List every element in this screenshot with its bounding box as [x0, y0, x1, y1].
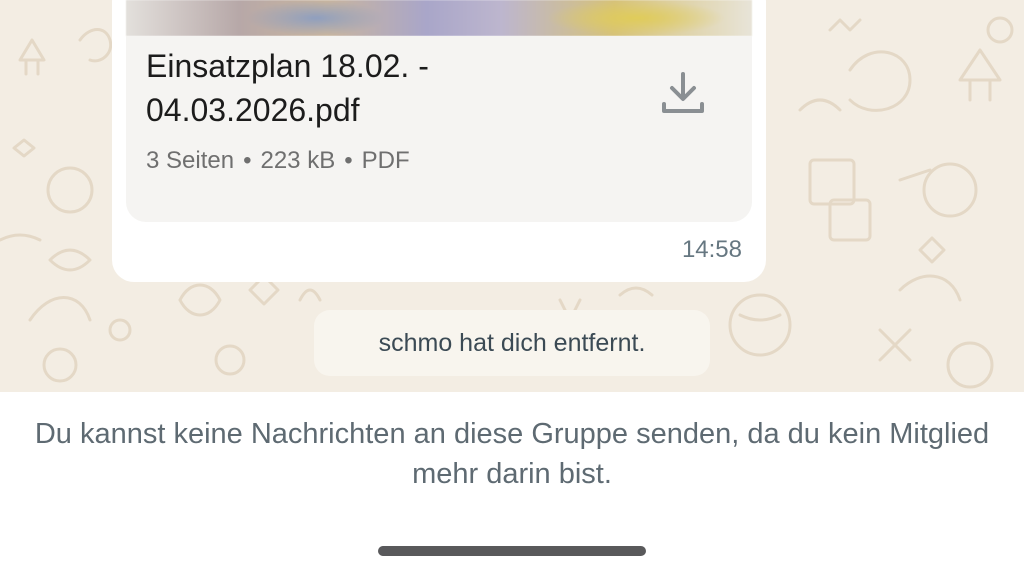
meta-separator: • — [243, 147, 252, 174]
chat-area: Einsatzplan 18.02. - 04.03.2026.pdf 3 Se… — [0, 0, 1024, 392]
cannot-send-notice: Du kannst keine Nachrichten an diese Gru… — [34, 418, 990, 490]
document-attachment[interactable]: Einsatzplan 18.02. - 04.03.2026.pdf 3 Se… — [126, 36, 752, 222]
message-bubble[interactable]: Einsatzplan 18.02. - 04.03.2026.pdf 3 Se… — [112, 0, 766, 282]
document-size: 223 kB — [260, 147, 336, 174]
meta-separator: • — [344, 147, 353, 174]
bottom-panel: Du kannst keine Nachrichten an diese Gru… — [0, 392, 1024, 580]
message-timestamp: 14:58 — [681, 236, 742, 263]
document-pages: 3 Seiten — [146, 147, 235, 174]
download-button[interactable] — [656, 66, 710, 120]
home-indicator[interactable] — [378, 546, 646, 556]
system-message: schmo hat dich entfernt. — [314, 310, 710, 376]
document-title: Einsatzplan 18.02. - 04.03.2026.pdf — [146, 48, 429, 128]
document-meta: 3 Seiten • 223 kB • PDF — [146, 144, 410, 178]
document-thumbnail[interactable] — [126, 0, 752, 36]
download-icon — [662, 72, 704, 113]
document-type: PDF — [361, 147, 410, 174]
